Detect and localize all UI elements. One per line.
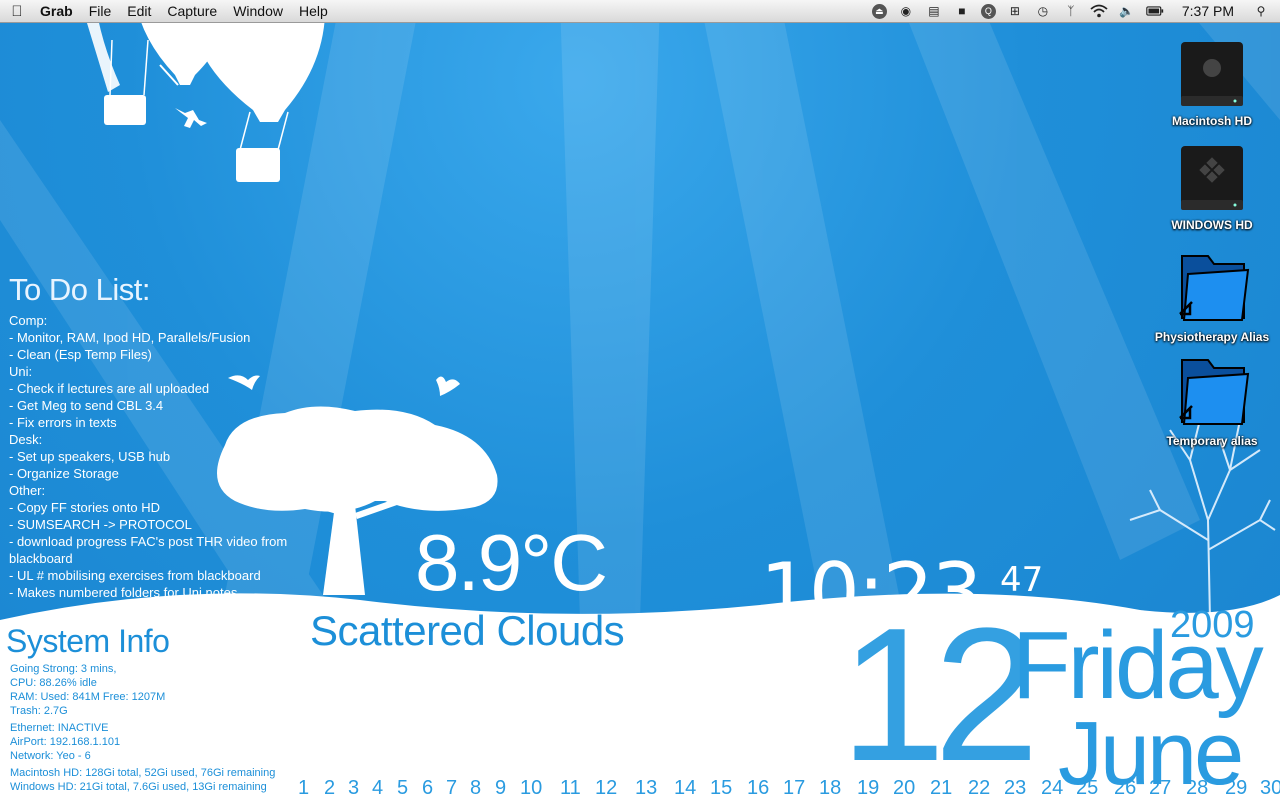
calendar-day: 14 <box>674 777 697 799</box>
todo-line: Other: <box>9 483 46 498</box>
disc-icon[interactable]: ◉ <box>897 2 915 20</box>
todo-line: - Get Meg to send CBL 3.4 <box>9 398 164 413</box>
folder-alias-icon <box>1179 359 1250 425</box>
spotlight-search-icon[interactable]: ⚲ <box>1252 2 1270 20</box>
desktop-icon-label: Macintosh HD <box>1171 114 1252 128</box>
calendar-day: 13 <box>635 777 658 799</box>
desktop-icon-temporary-alias[interactable]: Temporary alias <box>1152 356 1272 450</box>
eject-icon[interactable]: ⏏ <box>871 3 887 19</box>
system-info-row: CPU: 88.26% idle <box>10 677 97 689</box>
hard-drive-icon <box>1181 42 1243 106</box>
hard-drive-icon <box>1181 146 1243 210</box>
system-info-row: AirPort: 192.168.1.101 <box>10 736 121 748</box>
battery-icon[interactable] <box>1146 2 1164 20</box>
apple-menu-icon[interactable]:  <box>0 3 34 20</box>
menu-capture[interactable]: Capture <box>159 0 225 22</box>
weather-temperature: 8.9°C <box>415 518 608 607</box>
calendar-day: 29 <box>1225 777 1248 799</box>
wifi-icon[interactable] <box>1090 2 1108 20</box>
system-info-title: System Info <box>6 623 170 659</box>
todo-line: - Fix errors in texts <box>9 415 117 430</box>
todo-line: - Organize Storage <box>9 466 119 481</box>
calendar-day: 2 <box>324 777 336 799</box>
calendar-day: 1 <box>298 777 310 799</box>
calendar-day: 26 <box>1114 777 1137 799</box>
calendar-day: 30 <box>1260 777 1280 799</box>
date-day-number: 12 <box>840 589 1039 800</box>
desktop-icon-macintosh-hd[interactable]: Macintosh HD <box>1152 40 1272 130</box>
calendar-day: 8 <box>470 777 482 799</box>
todo-line: - Makes numbered folders for Uni notes <box>9 585 238 600</box>
desktop-icon-label: Physiotherapy Alias <box>1154 330 1270 344</box>
todo-line: - Monitor, RAM, Ipod HD, Parallels/Fusio… <box>9 330 251 345</box>
system-info-row: Trash: 2.7G <box>10 705 68 717</box>
desktop-icon-physiotherapy-alias[interactable]: Physiotherapy Alias <box>1152 252 1272 346</box>
system-info-row: RAM: Used: 841M Free: 1207M <box>10 691 166 703</box>
menu-edit[interactable]: Edit <box>119 0 159 22</box>
menu-clock[interactable]: 7:37 PM <box>1182 3 1234 19</box>
hot-air-balloon-icon <box>80 0 326 182</box>
system-info-row: Network: Yeo - 6 <box>10 750 91 762</box>
system-info-row: Going Strong: 3 mins, <box>10 663 117 675</box>
menu-bar:  Grab File Edit Capture Window Help ⏏ ◉… <box>0 0 1280 23</box>
calendar-day: 19 <box>857 777 880 799</box>
calendar-day: 15 <box>710 777 733 799</box>
date-weekday: Friday <box>1012 612 1264 719</box>
calendar-day: 16 <box>747 777 770 799</box>
time-machine-icon[interactable]: ◷ <box>1034 2 1052 20</box>
calendar-day: 5 <box>397 777 409 799</box>
todo-line: - download progress FAC's post THR video… <box>9 534 288 566</box>
todo-line: - Check if lectures are all uploaded <box>9 381 210 396</box>
todo-line: - Copy FF stories onto HD <box>9 500 160 515</box>
folder-alias-icon <box>1179 255 1250 321</box>
app-status-icon[interactable]: ■ <box>953 2 971 20</box>
spaces-icon[interactable]: ⊞ <box>1006 2 1024 20</box>
calendar-day: 21 <box>930 777 953 799</box>
volume-icon[interactable]: 🔈 <box>1118 2 1136 20</box>
desktop-icon-label: WINDOWS HD <box>1171 218 1253 232</box>
calendar-day: 6 <box>422 777 434 799</box>
system-info-row: Ethernet: INACTIVE <box>10 722 109 734</box>
calendar-day: 23 <box>1004 777 1027 799</box>
todo-list-widget: To Do List: Comp: - Monitor, RAM, Ipod H… <box>9 272 319 601</box>
calendar-day: 10 <box>520 777 543 799</box>
weather-condition: Scattered Clouds <box>310 607 625 654</box>
calendar-day: 28 <box>1186 777 1209 799</box>
menu-window[interactable]: Window <box>225 0 291 22</box>
todo-line: Desk: <box>9 432 43 447</box>
calendar-day: 3 <box>348 777 360 799</box>
todo-line: - Clean (Esp Temp Files) <box>9 347 152 362</box>
system-info-widget: System Info Going Strong: 3 mins, CPU: 8… <box>6 624 275 794</box>
calendar-day: 20 <box>893 777 916 799</box>
calendar-day: 18 <box>819 777 842 799</box>
system-info-row: Windows HD: 21Gi total, 7.6Gi used, 13Gi… <box>10 781 267 793</box>
desktop[interactable]: To Do List: Comp: - Monitor, RAM, Ipod H… <box>0 0 1280 800</box>
calendar-day: 9 <box>495 777 507 799</box>
calendar-day: 7 <box>446 777 458 799</box>
calendar-day: 11 <box>560 777 581 799</box>
calendar-day: 24 <box>1041 777 1064 799</box>
calendar-day: 4 <box>372 777 384 799</box>
calendar-day: 12 <box>595 777 618 799</box>
system-info-row: Macintosh HD: 128Gi total, 52Gi used, 76… <box>10 767 276 779</box>
calendar-day: 17 <box>783 777 806 799</box>
menu-file[interactable]: File <box>81 0 120 22</box>
calendar-day: 22 <box>968 777 991 799</box>
todo-line: Comp: <box>9 313 48 328</box>
todo-line: - UL # mobilising exercises from blackbo… <box>9 568 261 583</box>
calendar-day: 25 <box>1076 777 1099 799</box>
todo-line: - Set up speakers, USB hub <box>9 449 171 464</box>
bluetooth-icon[interactable]: ᛉ <box>1062 2 1080 20</box>
todo-title: To Do List: <box>9 272 150 307</box>
menu-help[interactable]: Help <box>291 0 336 22</box>
todo-line: Uni: <box>9 364 33 379</box>
grid-icon[interactable]: ▤ <box>925 2 943 20</box>
app-menu[interactable]: Grab <box>34 0 81 22</box>
desktop-icon-windows-hd[interactable]: WINDOWS HD <box>1152 144 1272 234</box>
todo-line: - SUMSEARCH -> PROTOCOL <box>9 517 192 532</box>
calendar-day: 27 <box>1149 777 1172 799</box>
quicksilver-icon[interactable]: Q <box>980 3 996 19</box>
desktop-icon-label: Temporary alias <box>1166 434 1258 448</box>
